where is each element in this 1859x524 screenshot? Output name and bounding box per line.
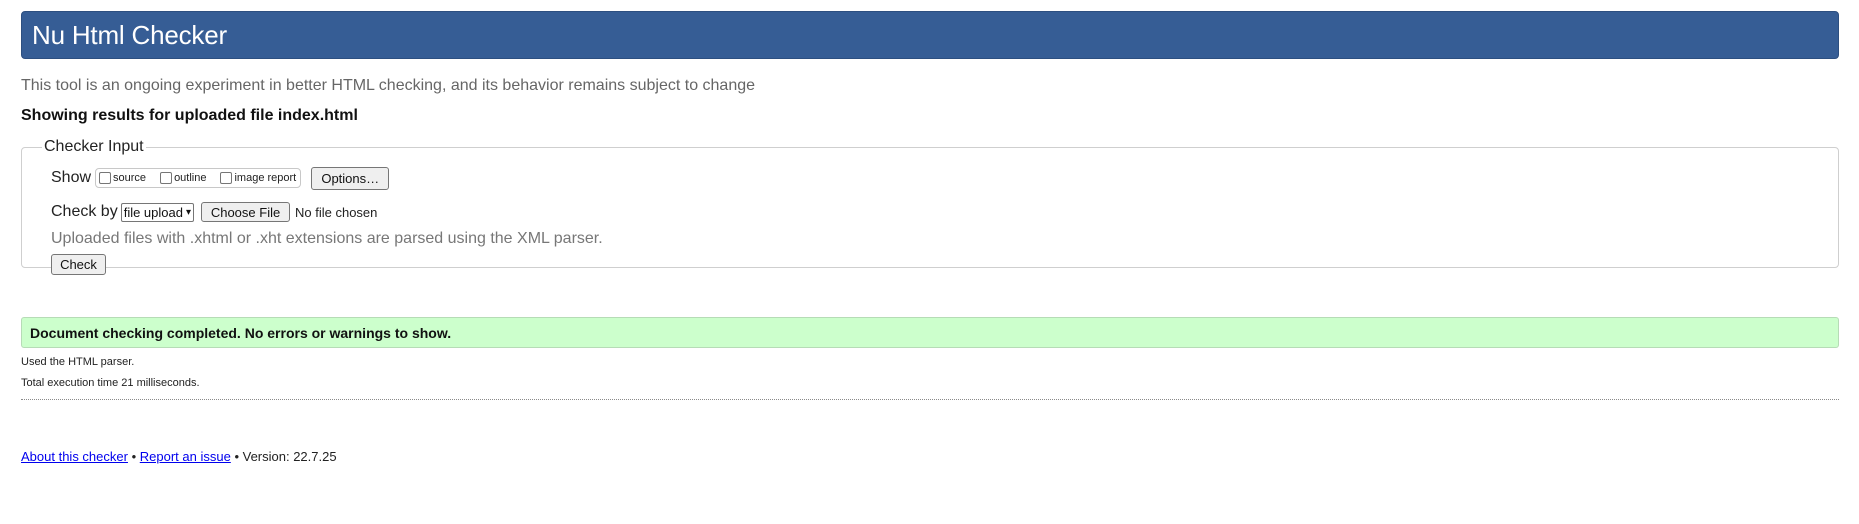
header-bar: Nu Html Checker <box>21 11 1839 59</box>
page-title: Nu Html Checker <box>32 19 227 50</box>
footer: About this checker • Report an issue • V… <box>21 449 1839 464</box>
version-text: • Version: 22.7.25 <box>234 449 337 464</box>
dotted-divider <box>21 399 1839 400</box>
show-label: Show <box>51 169 92 186</box>
execution-time-text: Total execution time 21 milliseconds. <box>21 377 200 389</box>
check-by-select[interactable]: file upload ▾ <box>120 202 195 222</box>
tagline: This tool is an ongoing experiment in be… <box>21 77 756 94</box>
checker-input-fieldset: Checker Input Show source outline image … <box>21 138 1839 275</box>
choose-file-button[interactable]: Choose File <box>201 202 291 222</box>
page: Nu Html Checker This tool is an ongoing … <box>21 11 1839 464</box>
check-by-label: Check by <box>51 203 118 220</box>
options-button[interactable]: Options… <box>311 166 390 190</box>
report-issue-link[interactable]: Report an issue <box>140 449 231 464</box>
results-heading: Showing results for uploaded file index.… <box>21 107 358 124</box>
show-source-option[interactable]: source <box>96 172 146 184</box>
checker-input-legend: Checker Input <box>44 138 144 155</box>
about-checker-link[interactable]: About this checker <box>21 449 128 464</box>
outline-checkbox[interactable] <box>160 172 173 184</box>
footer-separator: • <box>131 449 137 464</box>
check-by-row: Check by file upload ▾ Choose File No fi… <box>51 201 1838 223</box>
check-by-selected-value: file upload <box>123 204 183 220</box>
chevron-down-icon: ▾ <box>185 206 192 218</box>
used-parser-text: Used the HTML parser. <box>21 356 135 368</box>
check-button[interactable]: Check <box>51 254 106 275</box>
show-options-group: source outline image report <box>95 168 302 188</box>
show-outline-option[interactable]: outline <box>157 172 206 184</box>
no-file-chosen-text: No file chosen <box>295 204 378 220</box>
source-checkbox[interactable] <box>99 172 112 184</box>
show-row: Show source outline image report Options… <box>51 166 1838 190</box>
outline-option-label: outline <box>174 172 207 184</box>
parser-note: Uploaded files with .xhtml or .xht exten… <box>51 230 603 247</box>
show-image-report-option[interactable]: image report <box>217 172 296 184</box>
source-option-label: source <box>113 172 147 184</box>
success-banner: Document checking completed. No errors o… <box>21 317 1839 348</box>
image-report-checkbox[interactable] <box>220 172 233 184</box>
image-report-option-label: image report <box>234 172 297 184</box>
